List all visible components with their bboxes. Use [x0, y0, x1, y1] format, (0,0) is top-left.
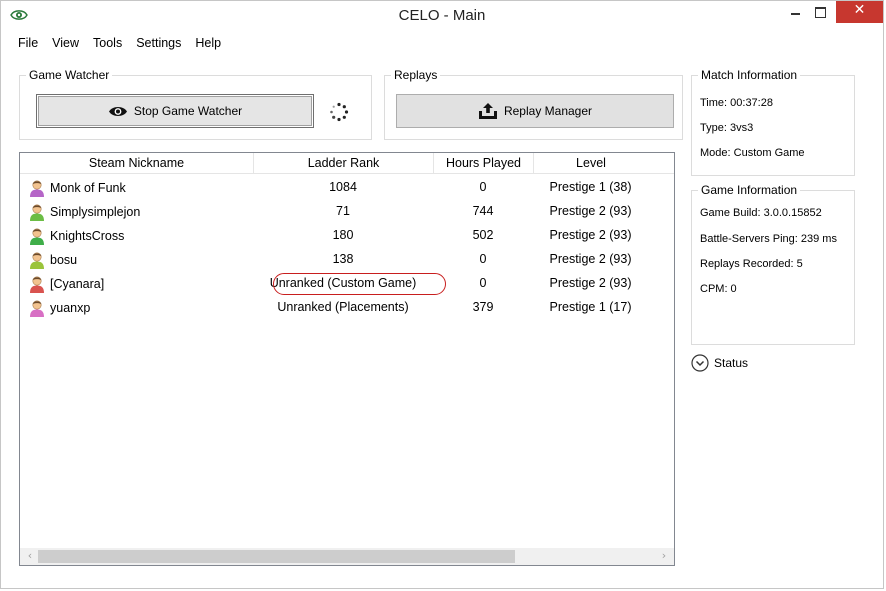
- table-header: Steam Nickname Ladder Rank Hours Played …: [20, 153, 674, 174]
- replays-group: Replays Replay Manager: [384, 68, 683, 140]
- stop-game-watcher-button[interactable]: Stop Game Watcher: [36, 94, 314, 128]
- player-name-cell: KnightsCross: [28, 224, 124, 248]
- game-watcher-label: Game Watcher: [26, 68, 113, 82]
- match-mode: Mode: Custom Game: [700, 147, 805, 159]
- chevron-down-circle-icon: [691, 354, 709, 372]
- level-cell: Prestige 2 (93): [549, 204, 632, 218]
- player-name-cell: Simplysimplejon: [28, 200, 140, 224]
- table-row[interactable]: Monk of Funk 1084 0 Prestige 1 (38): [20, 175, 674, 199]
- eye-icon: [108, 106, 127, 116]
- horizontal-scrollbar[interactable]: ‹ ›: [20, 548, 674, 565]
- game-information-group: Game Information Game Build: 3.0.0.15852…: [691, 183, 855, 345]
- title-bar: CELO - Main ✕: [1, 1, 883, 31]
- player-name-cell: [Cyanara]: [28, 272, 104, 296]
- game-build: Game Build: 3.0.0.15852: [700, 207, 822, 219]
- table-body: Monk of Funk 1084 0 Prestige 1 (38) Simplysi…: [20, 175, 674, 319]
- player-name: [Cyanara]: [50, 277, 105, 291]
- main-window: CELO - Main ✕ File View Tools Settings H…: [0, 0, 884, 589]
- window-title: CELO - Main: [398, 7, 486, 24]
- hours-played-cell: 0: [479, 276, 487, 290]
- menu-bar: File View Tools Settings Help: [11, 34, 228, 54]
- player-name: KnightsCross: [50, 229, 125, 243]
- column-ladder-rank[interactable]: Ladder Rank: [253, 153, 433, 174]
- player-name: Monk of Funk: [50, 181, 126, 195]
- level-cell: Prestige 2 (93): [549, 276, 632, 290]
- player-name: yuanxp: [50, 301, 91, 315]
- user-avatar-icon: [30, 180, 44, 197]
- user-avatar-icon: [30, 276, 44, 293]
- ladder-rank-cell: 71: [336, 204, 350, 218]
- scroll-left-icon[interactable]: ‹: [24, 550, 36, 562]
- close-button[interactable]: ✕: [836, 1, 883, 23]
- menu-file[interactable]: File: [11, 34, 45, 54]
- table-row[interactable]: Simplysimplejon 71 744 Prestige 2 (93): [20, 199, 674, 223]
- players-table: Steam Nickname Ladder Rank Hours Played …: [19, 152, 675, 566]
- hours-played-cell: 0: [479, 180, 487, 194]
- highlight-ring: [273, 273, 446, 295]
- game-information-label: Game Information: [698, 183, 801, 197]
- loading-spinner-icon: [330, 102, 349, 122]
- menu-tools[interactable]: Tools: [86, 34, 129, 54]
- level-cell: Prestige 1 (38): [549, 180, 632, 194]
- menu-view[interactable]: View: [45, 34, 86, 54]
- player-name-cell: yuanxp: [28, 296, 90, 320]
- player-name-cell: Monk of Funk: [28, 176, 126, 200]
- column-hours-played[interactable]: Hours Played: [433, 153, 533, 174]
- menu-settings[interactable]: Settings: [129, 34, 188, 54]
- replay-manager-button[interactable]: Replay Manager: [396, 94, 674, 128]
- replays-label: Replays: [391, 68, 441, 82]
- match-time: Time: 00:37:28: [700, 97, 773, 109]
- status-label: Status: [714, 356, 749, 370]
- level-cell: Prestige 1 (17): [549, 300, 632, 314]
- ladder-rank-cell: 138: [332, 252, 354, 266]
- close-icon: ✕: [853, 2, 866, 18]
- battle-servers-ping: Battle-Servers Ping: 239 ms: [700, 233, 837, 245]
- user-avatar-icon: [30, 252, 44, 269]
- maximize-button[interactable]: [806, 1, 836, 23]
- ladder-rank-cell: 1084: [329, 180, 357, 194]
- hours-played-cell: 502: [472, 228, 494, 242]
- match-type: Type: 3vs3: [700, 122, 754, 134]
- hours-played-cell: 0: [479, 252, 487, 266]
- player-name-cell: bosu: [28, 248, 77, 272]
- menu-help[interactable]: Help: [188, 34, 228, 54]
- column-level[interactable]: Level: [533, 153, 648, 174]
- column-steam-nickname[interactable]: Steam Nickname: [20, 153, 253, 174]
- ladder-rank-cell: 180: [332, 228, 354, 242]
- user-avatar-icon: [30, 228, 44, 245]
- player-name: bosu: [50, 253, 78, 267]
- scrollbar-thumb[interactable]: [38, 550, 515, 563]
- cpm: CPM: 0: [700, 283, 737, 295]
- player-name: Simplysimplejon: [50, 205, 141, 219]
- scroll-right-icon[interactable]: ›: [658, 550, 670, 562]
- user-avatar-icon: [30, 300, 44, 317]
- match-information-group: Match Information Time: 00:37:28 Type: 3…: [691, 68, 855, 176]
- status-toggle[interactable]: Status: [691, 354, 748, 372]
- replay-manager-label: Replay Manager: [503, 104, 593, 118]
- stop-game-watcher-label: Stop Game Watcher: [133, 104, 243, 118]
- table-row[interactable]: yuanxp Unranked (Placements) 379 Prestige 1…: [20, 295, 674, 319]
- table-row[interactable]: KnightsCross 180 502 Prestige 2 (93): [20, 223, 674, 247]
- ladder-rank-cell: Unranked (Placements): [277, 300, 409, 314]
- replays-recorded: Replays Recorded: 5: [700, 258, 803, 270]
- match-information-label: Match Information: [698, 68, 801, 82]
- hours-played-cell: 744: [472, 204, 494, 218]
- hours-played-cell: 379: [472, 300, 494, 314]
- table-row[interactable]: bosu 138 0 Prestige 2 (93): [20, 247, 674, 271]
- game-watcher-group: Game Watcher Stop Game Watcher: [19, 68, 372, 140]
- user-avatar-icon: [30, 204, 44, 221]
- level-cell: Prestige 2 (93): [549, 252, 632, 266]
- table-row[interactable]: [Cyanara] Unranked (Custom Game) 0 Prestige…: [20, 271, 674, 295]
- level-cell: Prestige 2 (93): [549, 228, 632, 242]
- upload-icon: [478, 103, 497, 119]
